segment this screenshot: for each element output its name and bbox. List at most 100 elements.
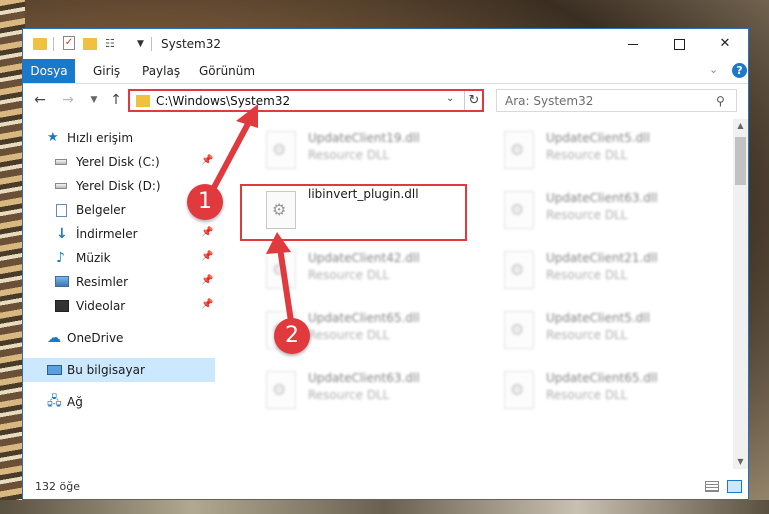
title-bar: ✓ ☷ ▼ System32 ✕ xyxy=(23,29,748,59)
file-tile[interactable]: ⚙ UpdateClient63.dll Resource DLL xyxy=(494,185,724,241)
search-placeholder: Ara: System32 xyxy=(505,94,594,108)
file-tile[interactable]: ⚙ UpdateClient65.dll Resource DLL xyxy=(494,365,724,421)
vertical-scrollbar[interactable]: ▲ ▼ xyxy=(733,119,748,469)
pin-icon[interactable]: 📌 xyxy=(201,155,213,166)
documents-icon xyxy=(56,204,67,217)
properties-check-icon[interactable]: ✓ xyxy=(63,36,75,50)
file-tile[interactable]: ⚙ UpdateClient19.dll Resource DLL xyxy=(256,125,486,181)
sidebar-item-music[interactable]: ♪ Müzik 📌 xyxy=(23,246,215,270)
expand-ribbon-chevron-icon[interactable]: ⌄ xyxy=(709,63,718,76)
scroll-down-arrow-icon[interactable]: ▼ xyxy=(733,455,748,469)
dll-file-icon: ⚙ xyxy=(504,371,534,409)
music-icon: ♪ xyxy=(56,250,65,266)
dll-file-icon: ⚙ xyxy=(504,131,534,169)
desktop-wallpaper-bottom xyxy=(0,500,769,514)
network-icon: 🖧 xyxy=(47,394,62,409)
refresh-button[interactable]: ↻ xyxy=(464,91,483,110)
folder-icon xyxy=(33,38,47,50)
search-icon: ⚲ xyxy=(716,94,725,108)
navigation-pane: ★ Hızlı erişim Yerel Disk (C:) 📌 Yerel D… xyxy=(23,119,215,469)
details-view-icon[interactable] xyxy=(705,481,719,492)
status-bar: 132 öğe xyxy=(23,475,748,499)
file-tile[interactable]: ⚙ UpdateClient5.dll Resource DLL xyxy=(494,305,724,361)
file-tile[interactable]: ⚙ UpdateClient5.dll Resource DLL xyxy=(494,125,724,181)
file-type: Resource DLL xyxy=(546,148,628,162)
minimize-button[interactable] xyxy=(610,29,656,59)
close-button[interactable]: ✕ xyxy=(702,29,748,59)
file-list: ⚙ UpdateClient19.dll Resource DLL ⚙ Upda… xyxy=(216,119,733,469)
folder-icon xyxy=(136,95,150,107)
rename-icon[interactable]: ☷ xyxy=(105,37,121,51)
sidebar-item-onedrive[interactable]: ☁ OneDrive xyxy=(23,326,215,350)
tab-file[interactable]: Dosya xyxy=(23,59,75,83)
tab-share[interactable]: Paylaş xyxy=(142,59,180,83)
sidebar-item-label: Belgeler xyxy=(76,203,126,217)
address-bar[interactable]: C:\Windows\System32 ⌄ ↻ xyxy=(128,89,484,112)
sidebar-item-videos[interactable]: Videolar 📌 xyxy=(23,294,215,318)
tiles-view-icon[interactable] xyxy=(727,480,742,493)
sidebar-item-label: OneDrive xyxy=(67,331,124,345)
sidebar-item-label: Müzik xyxy=(76,251,111,265)
item-count: 132 öğe xyxy=(35,480,80,493)
recent-locations-chevron-icon[interactable]: ▼ xyxy=(85,92,103,108)
sidebar-item-local-disk-c[interactable]: Yerel Disk (C:) 📌 xyxy=(23,150,215,174)
sidebar-item-pictures[interactable]: Resimler 📌 xyxy=(23,270,215,294)
file-name: UpdateClient42.dll xyxy=(308,251,420,265)
pin-icon[interactable]: 📌 xyxy=(201,299,213,310)
address-path[interactable]: C:\Windows\System32 xyxy=(156,94,290,108)
file-type: Resource DLL xyxy=(546,208,628,222)
pin-icon[interactable]: 📌 xyxy=(201,275,213,286)
sidebar-item-label: Videolar xyxy=(76,299,126,313)
address-dropdown-icon[interactable]: ⌄ xyxy=(446,93,454,104)
window-title: System32 xyxy=(161,37,222,51)
sidebar-item-network[interactable]: 🖧 Ağ xyxy=(23,390,215,414)
tab-home[interactable]: Giriş xyxy=(93,59,120,83)
drive-icon xyxy=(55,159,67,165)
file-name: UpdateClient65.dll xyxy=(546,371,658,385)
new-folder-icon[interactable] xyxy=(83,38,97,50)
file-tile[interactable]: ⚙ UpdateClient63.dll Resource DLL xyxy=(256,365,486,421)
back-button[interactable]: ← xyxy=(31,92,49,108)
sidebar-item-local-disk-d[interactable]: Yerel Disk (D:) xyxy=(23,174,215,198)
customize-toolbar-dropdown-icon[interactable]: ▼ xyxy=(137,38,147,50)
sidebar-item-label: Yerel Disk (D:) xyxy=(76,179,161,193)
dll-file-icon: ⚙ xyxy=(266,251,296,289)
scroll-thumb[interactable] xyxy=(735,137,746,185)
pin-icon[interactable]: 📌 xyxy=(201,251,213,262)
star-icon: ★ xyxy=(47,130,59,145)
sidebar-item-label: Yerel Disk (C:) xyxy=(76,155,160,169)
file-type: Resource DLL xyxy=(308,148,390,162)
ribbon-tabs: Dosya Giriş Paylaş Görünüm ⌄ ? xyxy=(23,59,748,84)
file-name: UpdateClient21.dll xyxy=(546,251,658,265)
dll-file-icon: ⚙ xyxy=(504,311,534,349)
sidebar-item-downloads[interactable]: ↓ İndirmeler 📌 xyxy=(23,222,215,246)
search-input[interactable]: Ara: System32 ⚲ xyxy=(496,89,737,112)
dll-file-icon: ⚙ xyxy=(266,131,296,169)
sidebar-item-quick-access[interactable]: ★ Hızlı erişim xyxy=(23,126,215,150)
separator xyxy=(53,37,54,51)
sidebar-item-label: Resimler xyxy=(76,275,129,289)
file-tile[interactable]: ⚙ UpdateClient42.dll Resource DLL xyxy=(256,245,486,301)
maximize-button[interactable] xyxy=(656,29,702,59)
file-tile[interactable]: ⚙ UpdateClient21.dll Resource DLL xyxy=(494,245,724,301)
sidebar-item-label: Ağ xyxy=(67,395,83,409)
file-type: Resource DLL xyxy=(308,268,390,282)
download-icon: ↓ xyxy=(56,226,68,242)
drive-icon xyxy=(55,183,67,189)
up-button[interactable]: ↑ xyxy=(107,92,125,108)
file-name: UpdateClient5.dll xyxy=(546,131,650,145)
tab-view[interactable]: Görünüm xyxy=(199,59,255,83)
sidebar-item-label: Bu bilgisayar xyxy=(67,363,145,377)
highlight-box xyxy=(240,184,467,241)
pin-icon[interactable]: 📌 xyxy=(201,227,213,238)
sidebar-item-label: Hızlı erişim xyxy=(67,131,134,145)
sidebar-item-this-pc[interactable]: Bu bilgisayar xyxy=(23,358,215,382)
file-type: Resource DLL xyxy=(546,388,628,402)
scroll-up-arrow-icon[interactable]: ▲ xyxy=(733,119,748,133)
file-name: UpdateClient5.dll xyxy=(546,311,650,325)
help-icon[interactable]: ? xyxy=(732,63,747,78)
computer-icon xyxy=(47,365,62,375)
file-type: Resource DLL xyxy=(546,328,628,342)
forward-button[interactable]: → xyxy=(59,92,77,108)
sidebar-item-label: İndirmeler xyxy=(76,227,138,241)
